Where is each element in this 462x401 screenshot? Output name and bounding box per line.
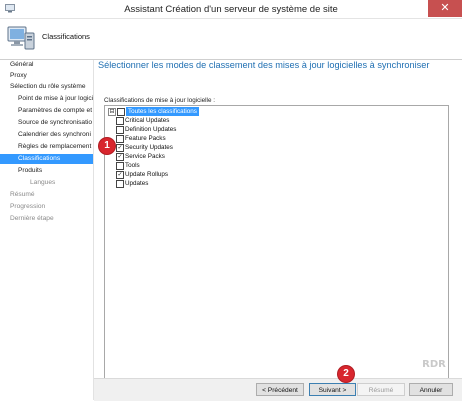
wizard-footer: < Précédent Suivant > Résumé Annuler — [94, 378, 462, 401]
nav-completion[interactable]: Dernière étape — [0, 214, 93, 224]
nav-label: Source de synchronisatio — [18, 119, 93, 126]
nav-proxy[interactable]: Proxy — [0, 71, 93, 81]
checkbox[interactable] — [116, 126, 124, 134]
tree-item-update-rollups[interactable]: ✓ Update Rollups — [105, 170, 305, 179]
tree-item-label: Service Packs — [125, 153, 165, 160]
nav-label: Paramètres de compte et — [18, 107, 93, 114]
nav-label: Proxy — [10, 72, 27, 79]
tree-root-label: Toutes les classifications — [126, 107, 199, 116]
tree-item-label: Security Updates — [125, 144, 173, 151]
nav-label: Produits — [18, 167, 43, 174]
next-button[interactable]: Suivant > — [309, 383, 356, 396]
wizard-content: Sélectionner les modes de classement des… — [94, 60, 462, 397]
tree-item-label: Critical Updates — [125, 117, 170, 124]
classifications-tree[interactable]: ⊟ Toutes les classifications Critical Up… — [104, 105, 449, 397]
checkbox-checked[interactable]: ✓ — [116, 144, 124, 152]
nav-label: Classifications — [18, 155, 61, 162]
nav-label: Progression — [10, 203, 46, 210]
page-title: Classifications — [42, 32, 90, 41]
wizard-header: Classifications — [0, 19, 462, 60]
nav-label: Langues — [30, 179, 56, 186]
nav-account-settings[interactable]: Paramètres de compte et — [0, 106, 93, 116]
nav-languages[interactable]: Langues — [0, 178, 93, 188]
title-bar: Assistant Création d'un serveur de systè… — [0, 0, 462, 19]
tree-item-label: Tools — [125, 162, 140, 169]
nav-summary[interactable]: Résumé — [0, 190, 93, 200]
tree-item-label: Feature Packs — [125, 135, 166, 142]
previous-button[interactable]: < Précédent — [256, 383, 304, 396]
nav-label: Général — [10, 61, 34, 68]
summary-button[interactable]: Résumé — [357, 383, 405, 396]
checkbox[interactable] — [116, 117, 124, 125]
collapse-icon[interactable]: ⊟ — [108, 108, 116, 116]
tree-item-updates[interactable]: Updates — [105, 179, 305, 188]
cancel-button[interactable]: Annuler — [409, 383, 453, 396]
nav-role-selection[interactable]: Sélection du rôle système — [0, 82, 93, 92]
checkbox[interactable] — [116, 180, 124, 188]
tree-item-security-updates[interactable]: ✓ Security Updates — [105, 143, 305, 152]
tree-item-tools[interactable]: Tools — [105, 161, 305, 170]
tree-item-feature-packs[interactable]: Feature Packs — [105, 134, 305, 143]
close-button[interactable]: ✕ — [428, 0, 462, 17]
nav-label: Dernière étape — [10, 215, 54, 222]
nav-label: Calendrier des synchroni — [18, 131, 91, 138]
tree-item-critical-updates[interactable]: Critical Updates — [105, 116, 305, 125]
tree-item-label: Updates — [125, 180, 149, 187]
nav-label: Résumé — [10, 191, 35, 198]
nav-sync-source[interactable]: Source de synchronisatio — [0, 118, 93, 128]
step-1-badge: 1 — [99, 138, 115, 154]
step-2-badge: 2 — [338, 366, 354, 382]
nav-progress[interactable]: Progression — [0, 202, 93, 212]
tree-item-service-packs[interactable]: ✓ Service Packs — [105, 152, 305, 161]
nav-sync-schedule[interactable]: Calendrier des synchroni — [0, 130, 93, 140]
tree-item-label: Definition Updates — [125, 126, 177, 133]
computer-icon — [7, 26, 35, 50]
tree-item-definition-updates[interactable]: Definition Updates — [105, 125, 305, 134]
root-checkbox[interactable] — [117, 108, 125, 116]
nav-supersedence-rules[interactable]: Règles de remplacement — [0, 142, 93, 152]
checkbox[interactable] — [116, 162, 124, 170]
nav-products[interactable]: Produits — [0, 166, 93, 176]
wizard-sidebar: Général Proxy Sélection du rôle système … — [0, 60, 94, 400]
checkbox-checked[interactable]: ✓ — [116, 153, 124, 161]
section-heading: Sélectionner les modes de classement des… — [98, 60, 430, 70]
nav-label: Point de mise à jour logicie — [18, 95, 93, 102]
checkbox[interactable] — [116, 135, 124, 143]
checkbox-checked[interactable]: ✓ — [116, 171, 124, 179]
nav-general[interactable]: Général — [0, 60, 93, 70]
nav-label: Règles de remplacement — [18, 143, 92, 150]
tree-item-label: Update Rollups — [125, 171, 169, 178]
tree-root-row[interactable]: ⊟ Toutes les classifications — [105, 107, 305, 116]
nav-classifications[interactable]: Classifications — [0, 154, 93, 164]
window-title: Assistant Création d'un serveur de systè… — [124, 4, 338, 15]
nav-software-update-point[interactable]: Point de mise à jour logicie — [0, 94, 93, 104]
list-label: Classifications de mise à jour logiciell… — [104, 97, 215, 104]
nav-label: Sélection du rôle système — [10, 83, 86, 90]
watermark-logo: RDR — [422, 359, 446, 370]
